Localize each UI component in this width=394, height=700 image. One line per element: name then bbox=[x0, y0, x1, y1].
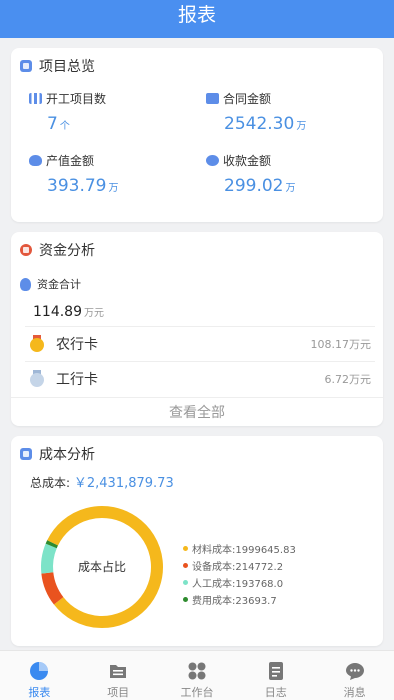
tab-label: 报表 bbox=[28, 686, 51, 699]
fund-total-value: 114.89 bbox=[33, 304, 82, 320]
cost-card: 成本分析 总成本: ￥2,431,879.73 成本占比 材料成本:199964… bbox=[11, 436, 383, 646]
cost-card-header: 成本分析 bbox=[11, 436, 383, 472]
donut-slice bbox=[41, 543, 57, 574]
view-all-button[interactable]: 查看全部 bbox=[11, 397, 383, 423]
bank-amount: 6.72万元 bbox=[324, 372, 372, 386]
tab-message[interactable]: 消息 bbox=[315, 651, 394, 700]
page-header: 报表 bbox=[0, 0, 394, 38]
legend-dot bbox=[183, 563, 188, 568]
legend-dot bbox=[183, 597, 188, 602]
stat-contract-amount[interactable]: 合同金额 2542.30 万 bbox=[206, 90, 376, 134]
legend-label: 费用成本:23693.7 bbox=[192, 596, 277, 607]
stat-label: 产值金额 bbox=[46, 153, 95, 168]
fund-icon bbox=[20, 244, 32, 256]
legend-label: 材料成本:1999645.83 bbox=[192, 545, 296, 556]
tab-report[interactable]: 报表 bbox=[0, 651, 79, 700]
bank-row-icbc[interactable]: 工行卡 6.72万元 bbox=[25, 361, 375, 395]
legend-item-material: 材料成本:1999645.83 bbox=[183, 540, 296, 557]
fund-title: 资金分析 bbox=[39, 243, 95, 259]
gold-medal-icon bbox=[30, 334, 44, 353]
briefcase-icon bbox=[206, 92, 219, 104]
tab-workbench[interactable]: 工作台 bbox=[158, 651, 237, 700]
bar-chart-icon bbox=[29, 92, 42, 104]
stat-unit: 万 bbox=[108, 183, 119, 194]
stat-label: 收款金额 bbox=[223, 153, 272, 168]
tab-project[interactable]: 项目 bbox=[79, 651, 158, 700]
silver-medal-icon bbox=[30, 369, 44, 388]
cost-legend: 材料成本:1999645.83 设备成本:214772.2 人工成本:19376… bbox=[183, 540, 296, 608]
stat-unit: 万 bbox=[296, 121, 307, 132]
money-bag-icon bbox=[29, 154, 42, 166]
page-title: 报表 bbox=[177, 4, 216, 26]
cost-donut-chart: 成本占比 bbox=[41, 506, 163, 628]
overview-card: 项目总览 开工项目数 7个 合同金额 2542.30 万 产值金额 393.79 万 bbox=[11, 48, 383, 222]
tab-label: 项目 bbox=[107, 686, 130, 699]
fund-total: 114.89 万元 bbox=[33, 304, 104, 320]
bank-amount: 108.17万元 bbox=[310, 337, 372, 351]
cost-total-value: ￥2,431,879.73 bbox=[73, 476, 174, 491]
donut-center-label: 成本占比 bbox=[78, 559, 126, 574]
stat-value: 7 bbox=[47, 114, 58, 134]
legend-label: 设备成本:214772.2 bbox=[192, 562, 284, 573]
fund-total-label-text: 资金合计 bbox=[37, 278, 81, 291]
cost-total: 总成本: ￥2,431,879.73 bbox=[30, 472, 174, 491]
legend-item-equipment: 设备成本:214772.2 bbox=[183, 557, 296, 574]
bank-name: 农行卡 bbox=[56, 336, 98, 353]
bank-row-abc[interactable]: 农行卡 108.17万元 bbox=[25, 326, 375, 360]
cost-total-label: 总成本: bbox=[30, 476, 71, 490]
stat-output-value[interactable]: 产值金额 393.79 万 bbox=[29, 152, 199, 196]
stat-value: 393.79 bbox=[47, 176, 107, 196]
stat-label: 开工项目数 bbox=[46, 91, 107, 106]
tab-bar: 报表 项目 工作台 日志 消息 bbox=[0, 650, 394, 700]
chat-bubble-icon bbox=[345, 663, 364, 680]
stat-value: 299.02 bbox=[224, 176, 284, 196]
fund-card-header: 资金分析 bbox=[11, 232, 383, 268]
stat-value: 2542.30 bbox=[224, 114, 295, 134]
tab-label: 消息 bbox=[343, 686, 366, 699]
cost-icon bbox=[20, 448, 32, 460]
pie-chart-icon bbox=[30, 662, 49, 680]
tab-log[interactable]: 日志 bbox=[236, 651, 315, 700]
tab-label: 日志 bbox=[264, 686, 287, 699]
stat-unit: 个 bbox=[59, 121, 70, 132]
grid-icon bbox=[188, 662, 206, 680]
stat-started-projects[interactable]: 开工项目数 7个 bbox=[29, 90, 199, 134]
folder-icon bbox=[110, 665, 127, 678]
money-bag-icon bbox=[20, 277, 31, 291]
legend-item-labor: 人工成本:193768.0 bbox=[183, 574, 296, 591]
tab-label: 工作台 bbox=[180, 686, 214, 699]
donut-slice bbox=[45, 540, 58, 549]
cost-title: 成本分析 bbox=[39, 447, 95, 463]
fund-total-label: 资金合计 bbox=[20, 276, 81, 292]
legend-dot bbox=[183, 546, 188, 551]
fund-card: 资金分析 资金合计 114.89 万元 农行卡 108.17万元 工行卡 6.72… bbox=[11, 232, 383, 426]
hand-money-icon bbox=[206, 154, 219, 166]
fund-total-unit: 万元 bbox=[84, 308, 104, 319]
bank-name: 工行卡 bbox=[56, 371, 98, 388]
legend-item-expense: 费用成本:23693.7 bbox=[183, 591, 296, 608]
overview-card-header: 项目总览 bbox=[11, 48, 383, 84]
legend-label: 人工成本:193768.0 bbox=[192, 579, 284, 590]
document-icon bbox=[268, 662, 283, 680]
overview-title: 项目总览 bbox=[39, 59, 95, 75]
stat-unit: 万 bbox=[285, 183, 296, 194]
stat-received-amount[interactable]: 收款金额 299.02 万 bbox=[206, 152, 376, 196]
donut-slice bbox=[41, 571, 64, 605]
legend-dot bbox=[183, 580, 188, 585]
stat-label: 合同金额 bbox=[223, 91, 272, 106]
overview-icon bbox=[20, 60, 32, 72]
